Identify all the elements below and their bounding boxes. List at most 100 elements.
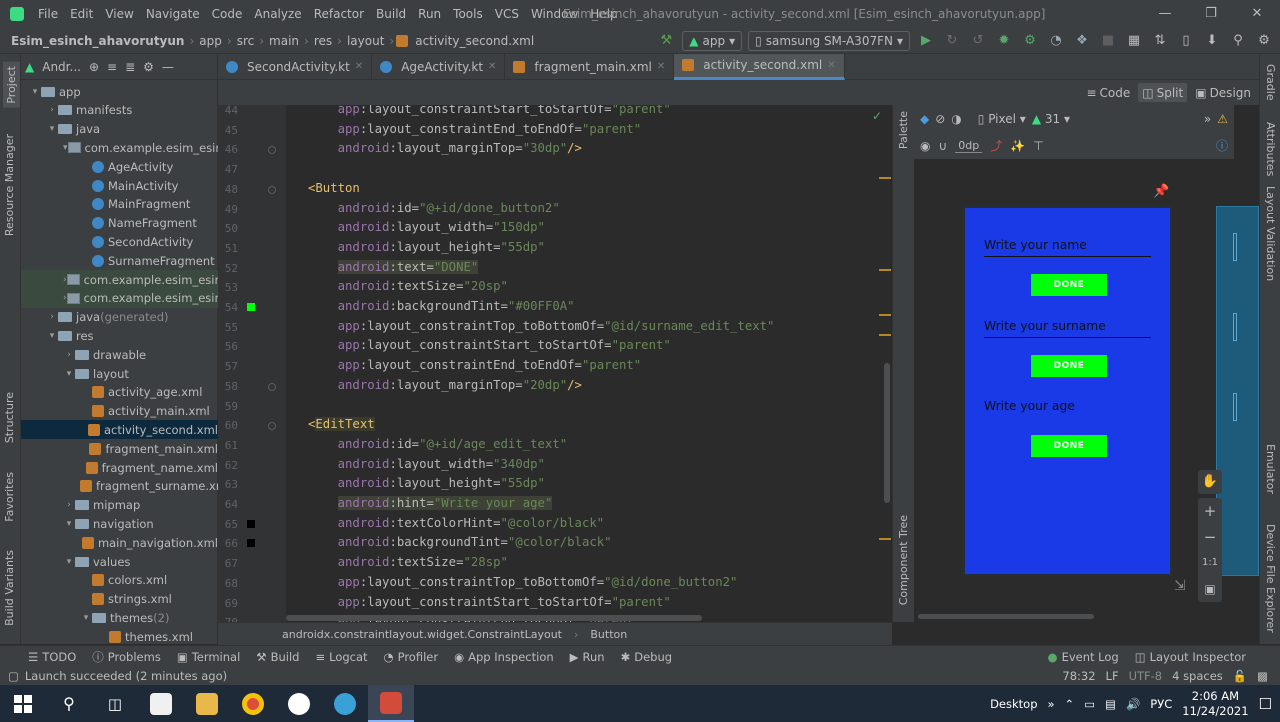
explorer-app[interactable] (184, 685, 230, 722)
orientation-icon[interactable]: ⊘ (935, 112, 945, 126)
name-edit-text[interactable]: Write your name (984, 238, 1087, 252)
code-line[interactable]: android:backgroundTint="#00FF0A" (308, 299, 575, 313)
code-line[interactable]: android:layout_marginTop="30dp"/> (308, 141, 582, 155)
menu-build[interactable]: Build (370, 0, 412, 28)
tool-build[interactable]: ⚒ Build (248, 650, 307, 664)
device-dropdown[interactable]: ▯ samsung SM-A307FN ▾ (748, 30, 910, 51)
code-line[interactable]: <Button (308, 181, 360, 195)
settings-icon[interactable]: ⚙ (1254, 31, 1274, 51)
breadcrumb-item[interactable]: Button (590, 628, 627, 641)
breadcrumb-item[interactable]: app (196, 34, 225, 48)
code-editor[interactable]: app:layout_constraintStart_toStartOf="pa… (286, 105, 892, 622)
tool-app-inspection[interactable]: ◉ App Inspection (446, 650, 562, 664)
chevron-right-icon[interactable]: › (63, 500, 75, 510)
breadcrumb-item[interactable]: src (234, 34, 258, 48)
gradle-tab[interactable]: Gradle (1264, 64, 1277, 101)
code-line[interactable]: app:layout_constraintEnd_toEndOf="parent… (308, 358, 642, 372)
code-line[interactable]: app:layout_constraintEnd_toEndOf="parent… (308, 122, 642, 136)
tree-item[interactable]: SecondActivity (21, 232, 218, 251)
component-tree-tab[interactable]: Component Tree (897, 515, 910, 605)
code-line[interactable]: app:layout_constraintTop_toBottomOf="@id… (308, 575, 738, 589)
chevron-down-icon[interactable]: ▾ (46, 331, 58, 341)
pan-icon[interactable]: ✋ (1198, 470, 1222, 494)
menu-refactor[interactable]: Refactor (308, 0, 370, 28)
device-dropdown-design[interactable]: ▯ Pixel ▾ (978, 112, 1026, 126)
tree-item[interactable]: ▾ com.example.esim_esinch (21, 138, 236, 157)
close-icon[interactable]: ✕ (488, 61, 496, 72)
telegram-app[interactable] (322, 685, 368, 722)
layout-inspector-button[interactable]: ◫ Layout Inspector (1127, 650, 1254, 664)
tree-item[interactable]: activity_age.xml (21, 383, 218, 402)
battery-icon[interactable]: ▭ (1084, 697, 1095, 711)
windows-start-button[interactable] (0, 685, 46, 722)
tool-logcat[interactable]: ≡ Logcat (307, 650, 375, 664)
code-line[interactable]: app:layout_constraintStart_toStartOf="pa… (308, 338, 671, 352)
age-edit-text[interactable]: Write your age (984, 399, 1075, 413)
zoom-fit-icon[interactable]: ▣ (1198, 576, 1222, 602)
maximize-button[interactable]: ❐ (1188, 0, 1234, 28)
tree-item[interactable]: SurnameFragment (21, 251, 218, 270)
word-app[interactable] (276, 685, 322, 722)
tree-item[interactable]: › manifests (21, 101, 218, 120)
network-icon[interactable]: ▤ (1105, 697, 1116, 711)
magnet-icon[interactable]: ∪ (938, 139, 947, 153)
tree-item[interactable]: ▾ res (21, 326, 218, 345)
layout-validation-tab[interactable]: Layout Validation (1264, 186, 1277, 281)
overflow-icon[interactable]: » (1204, 112, 1211, 126)
color-swatch-icon[interactable] (247, 539, 255, 548)
tree-item[interactable]: › com.example.esim_esinch (21, 270, 235, 289)
expand-all-icon[interactable]: ≣ (125, 60, 135, 74)
breadcrumb-item[interactable]: activity_second.xml (412, 34, 537, 48)
menu-run[interactable]: Run (412, 0, 447, 28)
tool-run[interactable]: ▶ Run (562, 650, 613, 664)
tree-item[interactable]: themes.xml (21, 627, 218, 646)
project-view-dropdown[interactable]: Andr... (42, 60, 81, 74)
color-swatch-icon[interactable] (247, 519, 255, 528)
overflow-icon[interactable]: » (1048, 697, 1055, 711)
avd-manager-icon[interactable]: ▯ (1176, 31, 1196, 51)
chevron-down-icon[interactable]: ▾ (63, 369, 75, 379)
code-line[interactable]: app:layout_constraintStart_toStartOf="pa… (308, 105, 671, 116)
code-line[interactable]: <EditText (308, 417, 375, 432)
target-icon[interactable]: ⊕ (89, 60, 99, 74)
tree-item[interactable]: › drawable (21, 345, 218, 364)
code-line[interactable]: android:layout_height="55dp" (308, 476, 545, 490)
lock-icon[interactable]: 🔓 (1233, 669, 1247, 683)
editor-tab[interactable]: SecondActivity.kt ✕ (218, 53, 373, 80)
event-log-button[interactable]: ● Event Log (1040, 650, 1127, 664)
close-icon[interactable]: ✕ (827, 60, 835, 71)
android-studio-app[interactable] (368, 685, 414, 722)
tree-item[interactable]: activity_main.xml (21, 402, 218, 421)
memory-icon[interactable]: ▩ (1257, 669, 1268, 683)
menu-navigate[interactable]: Navigate (140, 0, 206, 28)
gear-icon[interactable]: ⚙ (143, 60, 154, 74)
night-mode-icon[interactable]: ◑ (951, 112, 961, 126)
done-button-2[interactable]: DONE (1031, 355, 1107, 377)
code-line[interactable]: android:layout_width="150dp" (308, 220, 545, 234)
tool-problems[interactable]: ⓘ Problems (84, 649, 169, 665)
code-line[interactable]: android:layout_height="55dp" (308, 240, 545, 254)
tool-terminal[interactable]: ▣ Terminal (169, 650, 248, 664)
editor-tab[interactable]: fragment_main.xml ✕ (505, 53, 675, 80)
language-indicator[interactable]: РУС (1150, 697, 1172, 711)
code-mode-button[interactable]: ≡ Code (1082, 83, 1134, 102)
search-icon[interactable]: ⚲ (1228, 31, 1248, 51)
tool-profiler[interactable]: ◔ Profiler (376, 650, 447, 664)
menu-file[interactable]: File (32, 0, 64, 28)
zoom-actual-icon[interactable]: 1:1 (1198, 550, 1222, 576)
palette-tab[interactable]: Palette (897, 111, 910, 149)
tree-item[interactable]: › com.example.esim_esinch (21, 288, 235, 308)
tree-item[interactable]: ▾ java (21, 120, 218, 139)
code-line[interactable]: android:backgroundTint="@color/black" (308, 535, 612, 549)
chevron-down-icon[interactable]: ▾ (46, 124, 58, 134)
menu-analyze[interactable]: Analyze (248, 0, 307, 28)
margin-field[interactable]: 0dp (955, 139, 983, 153)
chrome-app[interactable] (230, 685, 276, 722)
code-line[interactable]: android:layout_marginTop="20dp"/> (308, 378, 582, 392)
tree-item[interactable]: MainFragment (21, 195, 218, 214)
tree-item[interactable]: ▾ app (21, 82, 218, 101)
stop-icon[interactable]: ■ (1098, 31, 1118, 51)
collapse-all-icon[interactable]: ≡ (107, 60, 117, 74)
search-button[interactable]: ⚲ (46, 685, 92, 722)
fold-icon[interactable] (268, 146, 276, 155)
